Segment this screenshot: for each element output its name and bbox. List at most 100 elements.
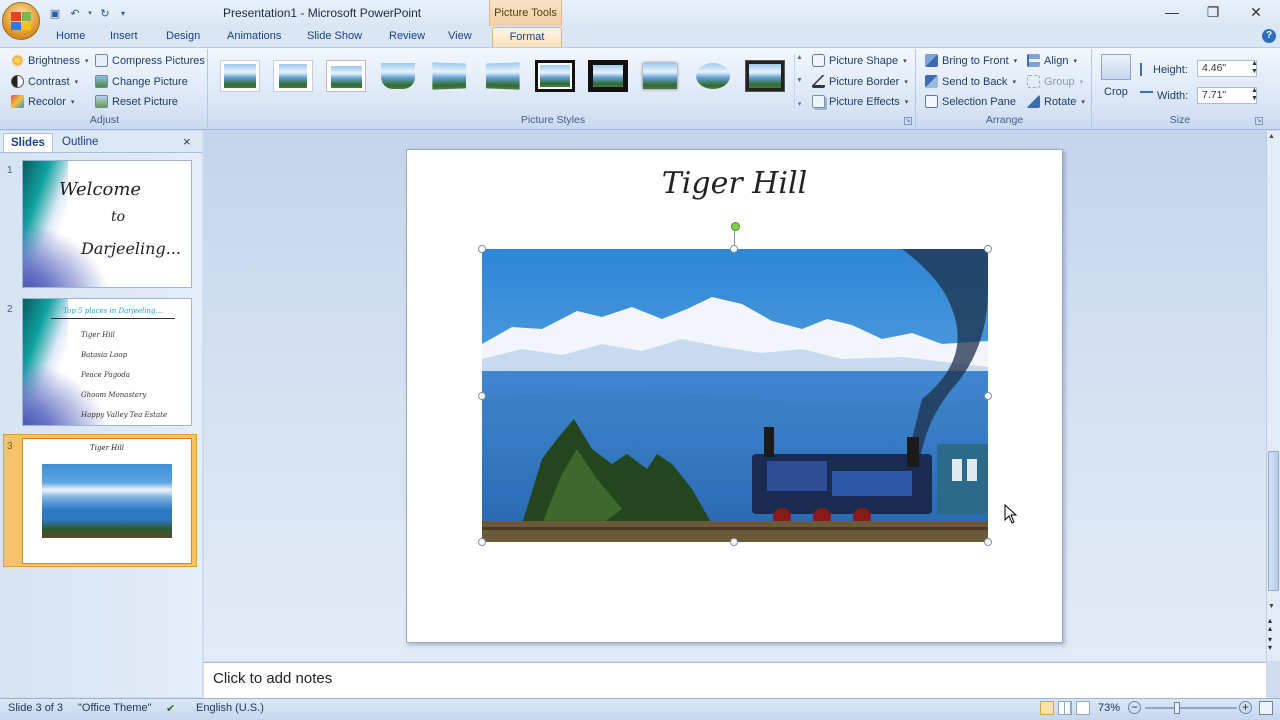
help-icon[interactable]: ?	[1262, 29, 1276, 43]
picture-style-thumb[interactable]	[220, 60, 260, 92]
tab-view[interactable]: View	[440, 27, 480, 47]
styles-gallery-scroll[interactable]: ▲ ▼ ▾	[794, 54, 804, 108]
resize-handle[interactable]	[478, 392, 486, 400]
zoom-slider-thumb[interactable]	[1174, 702, 1180, 714]
crop-button[interactable]: Crop	[1104, 86, 1128, 98]
group-button[interactable]: Group ▾	[1027, 72, 1083, 91]
resize-handle[interactable]	[984, 538, 992, 546]
pane-close-icon[interactable]: ×	[183, 134, 191, 149]
picture-style-thumb[interactable]	[273, 60, 313, 92]
scroll-up-icon[interactable]: ▲	[1268, 133, 1275, 140]
zoom-slider-track[interactable]	[1145, 707, 1237, 709]
picture-style-thumb[interactable]	[482, 60, 522, 92]
slide-picture[interactable]	[482, 249, 988, 542]
picture-styles-launcher-icon[interactable]: ↘	[904, 117, 912, 125]
brightness-button[interactable]: Brightness ▾	[11, 51, 89, 70]
theme-name[interactable]: "Office Theme"	[78, 702, 151, 714]
notes-pane[interactable]	[204, 662, 1266, 698]
picture-style-thumb[interactable]	[535, 60, 575, 92]
notes-placeholder[interactable]: Click to add notes	[213, 670, 332, 687]
thumb2-bullets: Tiger Hill Batasia Loop Peace Pagoda Gho…	[81, 325, 167, 425]
height-input[interactable]: 4.46"	[1197, 60, 1257, 77]
next-slide-icon[interactable]: ▾ ▾	[1268, 636, 1272, 652]
width-input[interactable]: 7.71"	[1197, 87, 1257, 104]
picture-style-thumb[interactable]	[430, 60, 470, 92]
height-spinner-icon[interactable]: ▲ ▼	[1251, 60, 1258, 76]
tab-animations[interactable]: Animations	[219, 27, 289, 47]
zoom-level[interactable]: 73%	[1098, 702, 1120, 714]
resize-handle[interactable]	[730, 538, 738, 546]
adjust-group-label: Adjust	[89, 114, 120, 126]
previous-slide-icon[interactable]: ▴ ▴	[1268, 617, 1272, 633]
gallery-up-icon[interactable]: ▲	[796, 54, 803, 61]
selection-pane-button[interactable]: Selection Pane	[925, 92, 1016, 111]
slide-thumbnail-2[interactable]: Top 5 places in Darjeeling... Tiger Hill…	[22, 298, 192, 426]
tab-slide-show[interactable]: Slide Show	[299, 27, 370, 47]
close-icon[interactable]: ✕	[1236, 0, 1276, 24]
picture-style-thumb[interactable]	[693, 60, 733, 92]
resize-handle[interactable]	[984, 245, 992, 253]
align-button[interactable]: Align ▾	[1027, 51, 1077, 70]
picture-style-thumb[interactable]	[640, 60, 680, 92]
send-to-back-button[interactable]: Send to Back ▾	[925, 72, 1016, 91]
tab-design[interactable]: Design	[158, 27, 208, 47]
resize-handle[interactable]	[478, 245, 486, 253]
tab-slides[interactable]: Slides	[3, 133, 53, 152]
slide-number: 1	[7, 165, 13, 176]
slide-thumbnail-1[interactable]: Welcome to Darjeeling...	[22, 160, 192, 288]
restore-icon[interactable]: ❐	[1193, 0, 1233, 24]
picture-style-thumb[interactable]	[378, 60, 418, 92]
picture-shape-button[interactable]: Picture Shape ▾	[812, 51, 907, 70]
vertical-scrollbar[interactable]: ▲ ▼ ▴ ▴ ▾ ▾	[1266, 131, 1280, 661]
size-launcher-icon[interactable]: ↘	[1255, 117, 1263, 125]
picture-style-thumb[interactable]	[326, 60, 366, 92]
tab-insert[interactable]: Insert	[102, 27, 146, 47]
spell-check-icon[interactable]: ✔	[166, 702, 175, 715]
gallery-down-icon[interactable]: ▼	[796, 77, 803, 84]
undo-icon[interactable]: ↶	[66, 5, 84, 21]
picture-style-thumb[interactable]	[588, 60, 628, 92]
slide-show-icon[interactable]	[1076, 701, 1090, 715]
tab-review[interactable]: Review	[381, 27, 433, 47]
picture-effects-button[interactable]: Picture Effects ▾	[812, 92, 908, 111]
arrange-group-label: Arrange	[985, 114, 1024, 126]
width-spinner-icon[interactable]: ▲ ▼	[1251, 87, 1258, 103]
gallery-more-icon[interactable]: ▾	[798, 100, 802, 108]
rotation-handle[interactable]	[731, 222, 740, 231]
redo-icon[interactable]: ↻	[96, 5, 114, 21]
zoom-out-icon[interactable]: −	[1128, 701, 1141, 714]
slide-sorter-icon[interactable]	[1058, 701, 1072, 715]
language-indicator[interactable]: English (U.S.)	[196, 702, 264, 714]
rotate-button[interactable]: Rotate ▾	[1027, 92, 1085, 111]
picture-styles-group-label: Picture Styles	[520, 114, 586, 126]
slide-thumbnail-3[interactable]: Tiger Hill	[22, 438, 192, 564]
zoom-in-icon[interactable]: +	[1239, 701, 1252, 714]
tab-outline[interactable]: Outline	[55, 133, 105, 152]
fit-to-window-icon[interactable]	[1259, 701, 1273, 715]
height-label: Height:	[1153, 63, 1188, 76]
recolor-button[interactable]: Recolor ▾	[11, 92, 74, 111]
slide-title[interactable]: Tiger Hill	[406, 166, 1063, 201]
scroll-down-icon[interactable]: ▼	[1268, 603, 1275, 610]
picture-shape-icon	[812, 54, 825, 67]
scroll-thumb[interactable]	[1268, 451, 1279, 591]
contrast-button[interactable]: Contrast ▾	[11, 72, 78, 91]
undo-dropdown-icon[interactable]: ▾	[86, 5, 94, 21]
picture-style-thumb[interactable]	[745, 60, 785, 92]
normal-view-icon[interactable]	[1040, 701, 1054, 715]
save-icon[interactable]: ▣	[46, 5, 64, 21]
office-button[interactable]	[2, 2, 40, 40]
reset-picture-button[interactable]: Reset Picture	[95, 92, 178, 111]
picture-border-button[interactable]: Picture Border ▾	[812, 72, 908, 91]
resize-handle[interactable]	[478, 538, 486, 546]
tab-format[interactable]: Format	[492, 27, 562, 47]
customize-qat-icon[interactable]: ▾	[116, 5, 130, 21]
send-to-back-icon	[925, 75, 938, 88]
resize-handle[interactable]	[984, 392, 992, 400]
tab-home[interactable]: Home	[48, 27, 93, 47]
bring-to-front-button[interactable]: Bring to Front ▾	[925, 51, 1017, 70]
compress-pictures-button[interactable]: Compress Pictures	[95, 51, 205, 70]
minimize-icon[interactable]: —	[1152, 0, 1192, 24]
change-picture-button[interactable]: Change Picture	[95, 72, 188, 91]
resize-handle[interactable]	[730, 245, 738, 253]
